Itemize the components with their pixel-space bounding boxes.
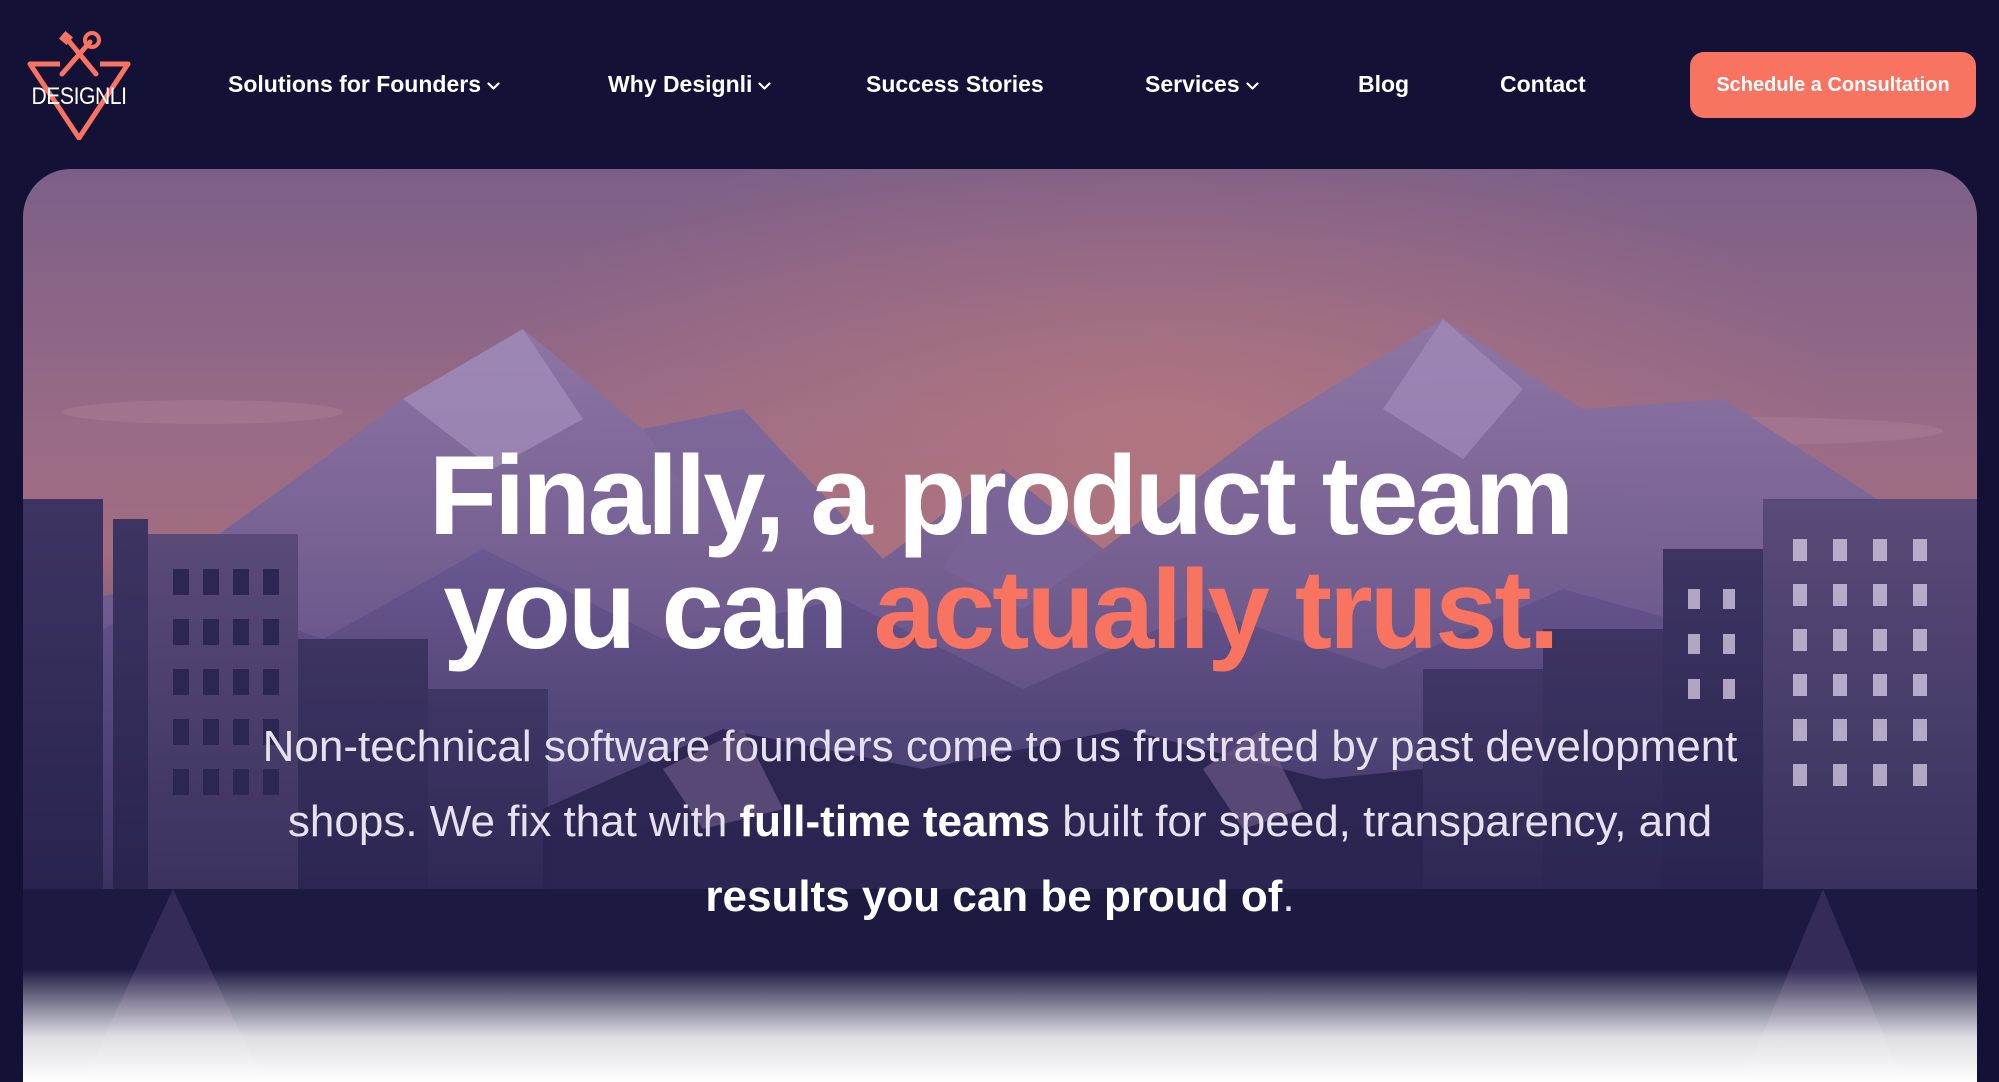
nav-solutions-for-founders[interactable]: Solutions for Founders (228, 62, 500, 106)
schedule-consultation-button[interactable]: Schedule a Consultation (1690, 52, 1976, 118)
nav-success-stories[interactable]: Success Stories (866, 62, 1044, 106)
headline-plain: you can (443, 547, 874, 672)
logo-wordmark: DESIGNLI (31, 83, 127, 110)
nav-contact[interactable]: Contact (1500, 62, 1586, 106)
subtext-part-2: built for speed, transparency, and (1050, 797, 1713, 846)
nav-services[interactable]: Services (1145, 62, 1259, 106)
nav-label: Why Designli (608, 71, 753, 97)
chevron-down-icon (758, 61, 772, 105)
nav-why-designli[interactable]: Why Designli (608, 61, 772, 106)
nav-label: Success Stories (866, 71, 1044, 97)
headline-line-2: you can actually trust. (23, 553, 1977, 667)
headline-line-1: Finally, a product team (428, 433, 1575, 558)
nav-label: Solutions for Founders (228, 71, 481, 97)
designli-logo[interactable]: DESIGNLI (20, 28, 138, 140)
site-header: DESIGNLI Solutions for Founders Why Desi… (0, 0, 1999, 168)
nav-label: Services (1145, 71, 1240, 97)
subtext-bold-2: results you can be proud of (705, 872, 1283, 921)
subtext-part-3: . (1282, 872, 1295, 921)
nav-label: Contact (1500, 71, 1586, 97)
hero-subtext: Non-technical software founders come to … (223, 709, 1777, 934)
hero-bottom-fade (23, 969, 1977, 1082)
hero-section: Finally, a product team you can actually… (23, 169, 1977, 1082)
headline-accent: actually trust. (873, 547, 1560, 672)
hero-headline: Finally, a product team you can actually… (23, 439, 1977, 667)
page: DESIGNLI Solutions for Founders Why Desi… (0, 0, 1999, 1082)
subtext-bold-1: full-time teams (739, 797, 1051, 846)
chevron-down-icon (487, 61, 500, 105)
chevron-down-icon (1246, 61, 1259, 105)
nav-blog[interactable]: Blog (1358, 62, 1409, 106)
nav-label: Blog (1358, 71, 1410, 97)
